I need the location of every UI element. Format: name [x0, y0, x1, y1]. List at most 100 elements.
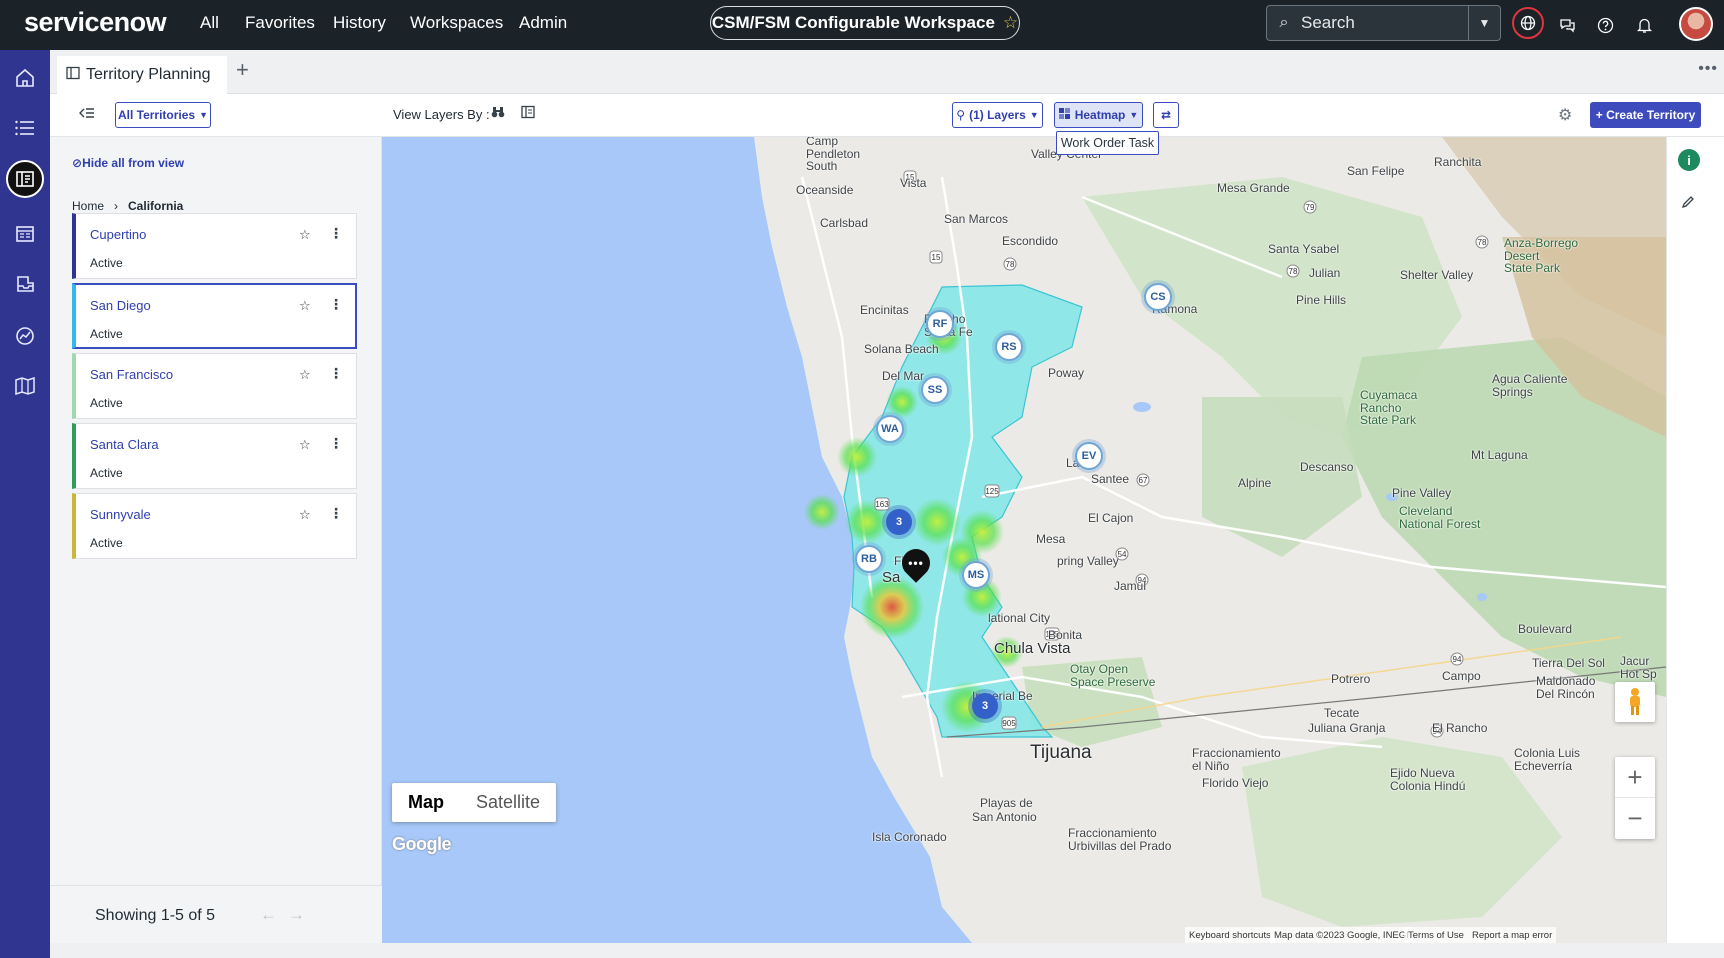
territory-marker-rb[interactable]: RB: [855, 545, 883, 573]
place-label-boulevard: Boulevard: [1518, 622, 1573, 636]
place-label-chula-vista: Chula Vista: [994, 640, 1071, 657]
pencil-icon[interactable]: [1681, 195, 1695, 213]
place-label-ranchita: Ranchita: [1434, 155, 1482, 169]
hide-all-label: Hide all from view: [82, 156, 185, 170]
more-vertical-icon[interactable]: ⋮: [329, 365, 343, 382]
more-vertical-icon[interactable]: ⋮: [329, 225, 343, 242]
territory-card[interactable]: Cupertino Active ☆ ⋮: [72, 213, 357, 279]
place-label-el-rancho: El Rancho: [1432, 721, 1488, 735]
heatmap-dropdown[interactable]: Heatmap ▼: [1054, 102, 1143, 128]
global-search[interactable]: ⌕ Search ▼: [1266, 5, 1501, 41]
favorite-star-icon[interactable]: ☆: [1003, 13, 1018, 33]
more-options-icon[interactable]: •••: [1698, 60, 1718, 78]
territory-marker-cs[interactable]: CS: [1144, 283, 1172, 311]
territory-name[interactable]: Santa Clara: [90, 437, 159, 452]
territory-marker-rf[interactable]: RF: [926, 310, 954, 338]
bell-icon[interactable]: [1631, 12, 1657, 38]
tab-territory-planning[interactable]: Territory Planning: [57, 56, 227, 94]
next-page-button[interactable]: →: [288, 905, 305, 925]
nav-workspaces[interactable]: Workspaces: [410, 13, 503, 33]
add-tab-button[interactable]: +: [236, 57, 249, 83]
svg-text:79: 79: [1306, 203, 1315, 212]
map-type-map-button[interactable]: Map: [392, 783, 460, 822]
map-type-satellite-button[interactable]: Satellite: [460, 783, 556, 822]
favorite-star-icon[interactable]: ☆: [299, 298, 311, 314]
search-scope-dropdown[interactable]: ▼: [1468, 6, 1500, 40]
tab-bar: Territory Planning + •••: [50, 50, 1724, 94]
info-icon[interactable]: i: [1678, 149, 1700, 171]
place-label-campo: Campo: [1442, 669, 1481, 683]
nav-all[interactable]: All: [200, 13, 219, 33]
view-layers-label: View Layers By :: [393, 107, 490, 122]
place-label-ejido-nueva: Ejido Nueva Colonia Hindú: [1390, 766, 1466, 793]
territory-card[interactable]: San Francisco Active ☆ ⋮: [72, 353, 357, 419]
user-avatar[interactable]: [1679, 7, 1713, 41]
home-icon[interactable]: [9, 62, 41, 94]
territory-layer-icon[interactable]: [521, 105, 535, 122]
cluster-marker[interactable]: 3: [972, 693, 998, 719]
prev-page-button[interactable]: ←: [260, 905, 277, 925]
filter-toggle-button[interactable]: ⇄: [1153, 102, 1179, 128]
street-view-pegman-icon[interactable]: [1615, 682, 1655, 722]
territory-card[interactable]: Sunnyvale Active ☆ ⋮: [72, 493, 357, 559]
globe-icon[interactable]: [1512, 7, 1544, 39]
favorite-star-icon[interactable]: ☆: [299, 227, 311, 243]
more-vertical-icon[interactable]: ⋮: [329, 505, 343, 522]
place-label-san-antonio: San Antonio: [972, 810, 1037, 824]
territory-status: Active: [90, 396, 123, 410]
territory-card[interactable]: San Diego Active ☆ ⋮: [72, 283, 357, 349]
workspace-title-pill[interactable]: CSM/FSM Configurable Workspace ☆: [710, 6, 1020, 40]
all-territories-dropdown[interactable]: All Territories ▼: [115, 102, 211, 128]
list-icon[interactable]: [9, 112, 41, 144]
terms-of-use-link[interactable]: Terms of Use: [1404, 927, 1468, 943]
keyboard-shortcuts-link[interactable]: Keyboard shortcuts: [1185, 927, 1275, 943]
territory-name[interactable]: Sunnyvale: [90, 507, 151, 522]
gear-icon[interactable]: ⚙: [1558, 105, 1572, 125]
hide-all-link[interactable]: ⊘Hide all from view: [72, 156, 184, 170]
territory-card[interactable]: Santa Clara Active ☆ ⋮: [72, 423, 357, 489]
top-navigation: servicenow All Favorites History Workspa…: [0, 0, 1724, 50]
more-vertical-icon[interactable]: ⋮: [329, 296, 343, 313]
place-label-juliana-granja: Juliana Granja: [1308, 721, 1386, 735]
territory-marker-wa[interactable]: WA: [876, 415, 904, 443]
search-input[interactable]: Search: [1301, 13, 1468, 33]
binoculars-icon[interactable]: [491, 105, 505, 122]
create-territory-button[interactable]: + Create Territory: [1590, 102, 1701, 128]
territory-marker-ev[interactable]: EV: [1075, 442, 1103, 470]
selected-location-pin[interactable]: •••: [896, 543, 936, 583]
favorite-star-icon[interactable]: ☆: [299, 367, 311, 383]
inbox-icon[interactable]: [9, 268, 41, 300]
map-book-icon[interactable]: [9, 370, 41, 402]
zoom-out-button[interactable]: −: [1615, 798, 1655, 839]
schedule-icon[interactable]: [9, 218, 41, 250]
nav-admin[interactable]: Admin: [519, 13, 567, 33]
more-vertical-icon[interactable]: ⋮: [329, 435, 343, 452]
servicenow-logo[interactable]: servicenow: [24, 7, 167, 38]
territory-marker-ms[interactable]: MS: [962, 561, 990, 589]
territory-marker-rs[interactable]: RS: [995, 333, 1023, 361]
territory-planning-icon[interactable]: [6, 160, 44, 198]
nav-history[interactable]: History: [333, 13, 386, 33]
place-label-playas: Playas de: [980, 796, 1033, 810]
favorite-star-icon[interactable]: ☆: [299, 507, 311, 523]
collapse-panel-icon[interactable]: [79, 106, 95, 123]
place-label-rosarito-partial: Fraccionamiento Urbivillas del Prado: [1068, 826, 1172, 853]
report-map-error-link[interactable]: Report a map error: [1468, 927, 1557, 943]
zoom-in-button[interactable]: +: [1615, 757, 1655, 798]
territory-name[interactable]: San Francisco: [90, 367, 173, 382]
chat-icon[interactable]: [1554, 12, 1580, 38]
breadcrumb-current: California: [128, 199, 184, 213]
layers-dropdown[interactable]: ⚲ (1) Layers ▼: [952, 102, 1043, 128]
territory-name[interactable]: San Diego: [90, 298, 151, 313]
territory-map[interactable]: 15 15 15 125 163 125 905 78 79 78 78 67 …: [382, 137, 1666, 943]
svg-text:94: 94: [1453, 655, 1462, 664]
nav-favorites[interactable]: Favorites: [245, 13, 315, 33]
breadcrumb-home[interactable]: Home: [72, 199, 104, 213]
territory-marker-ss[interactable]: SS: [921, 376, 949, 404]
help-icon[interactable]: [1592, 12, 1618, 38]
analytics-icon[interactable]: [9, 320, 41, 352]
cluster-marker[interactable]: 3: [886, 509, 912, 535]
place-label-isla-coronado: Isla Coronado: [872, 830, 947, 844]
territory-name[interactable]: Cupertino: [90, 227, 146, 242]
favorite-star-icon[interactable]: ☆: [299, 437, 311, 453]
